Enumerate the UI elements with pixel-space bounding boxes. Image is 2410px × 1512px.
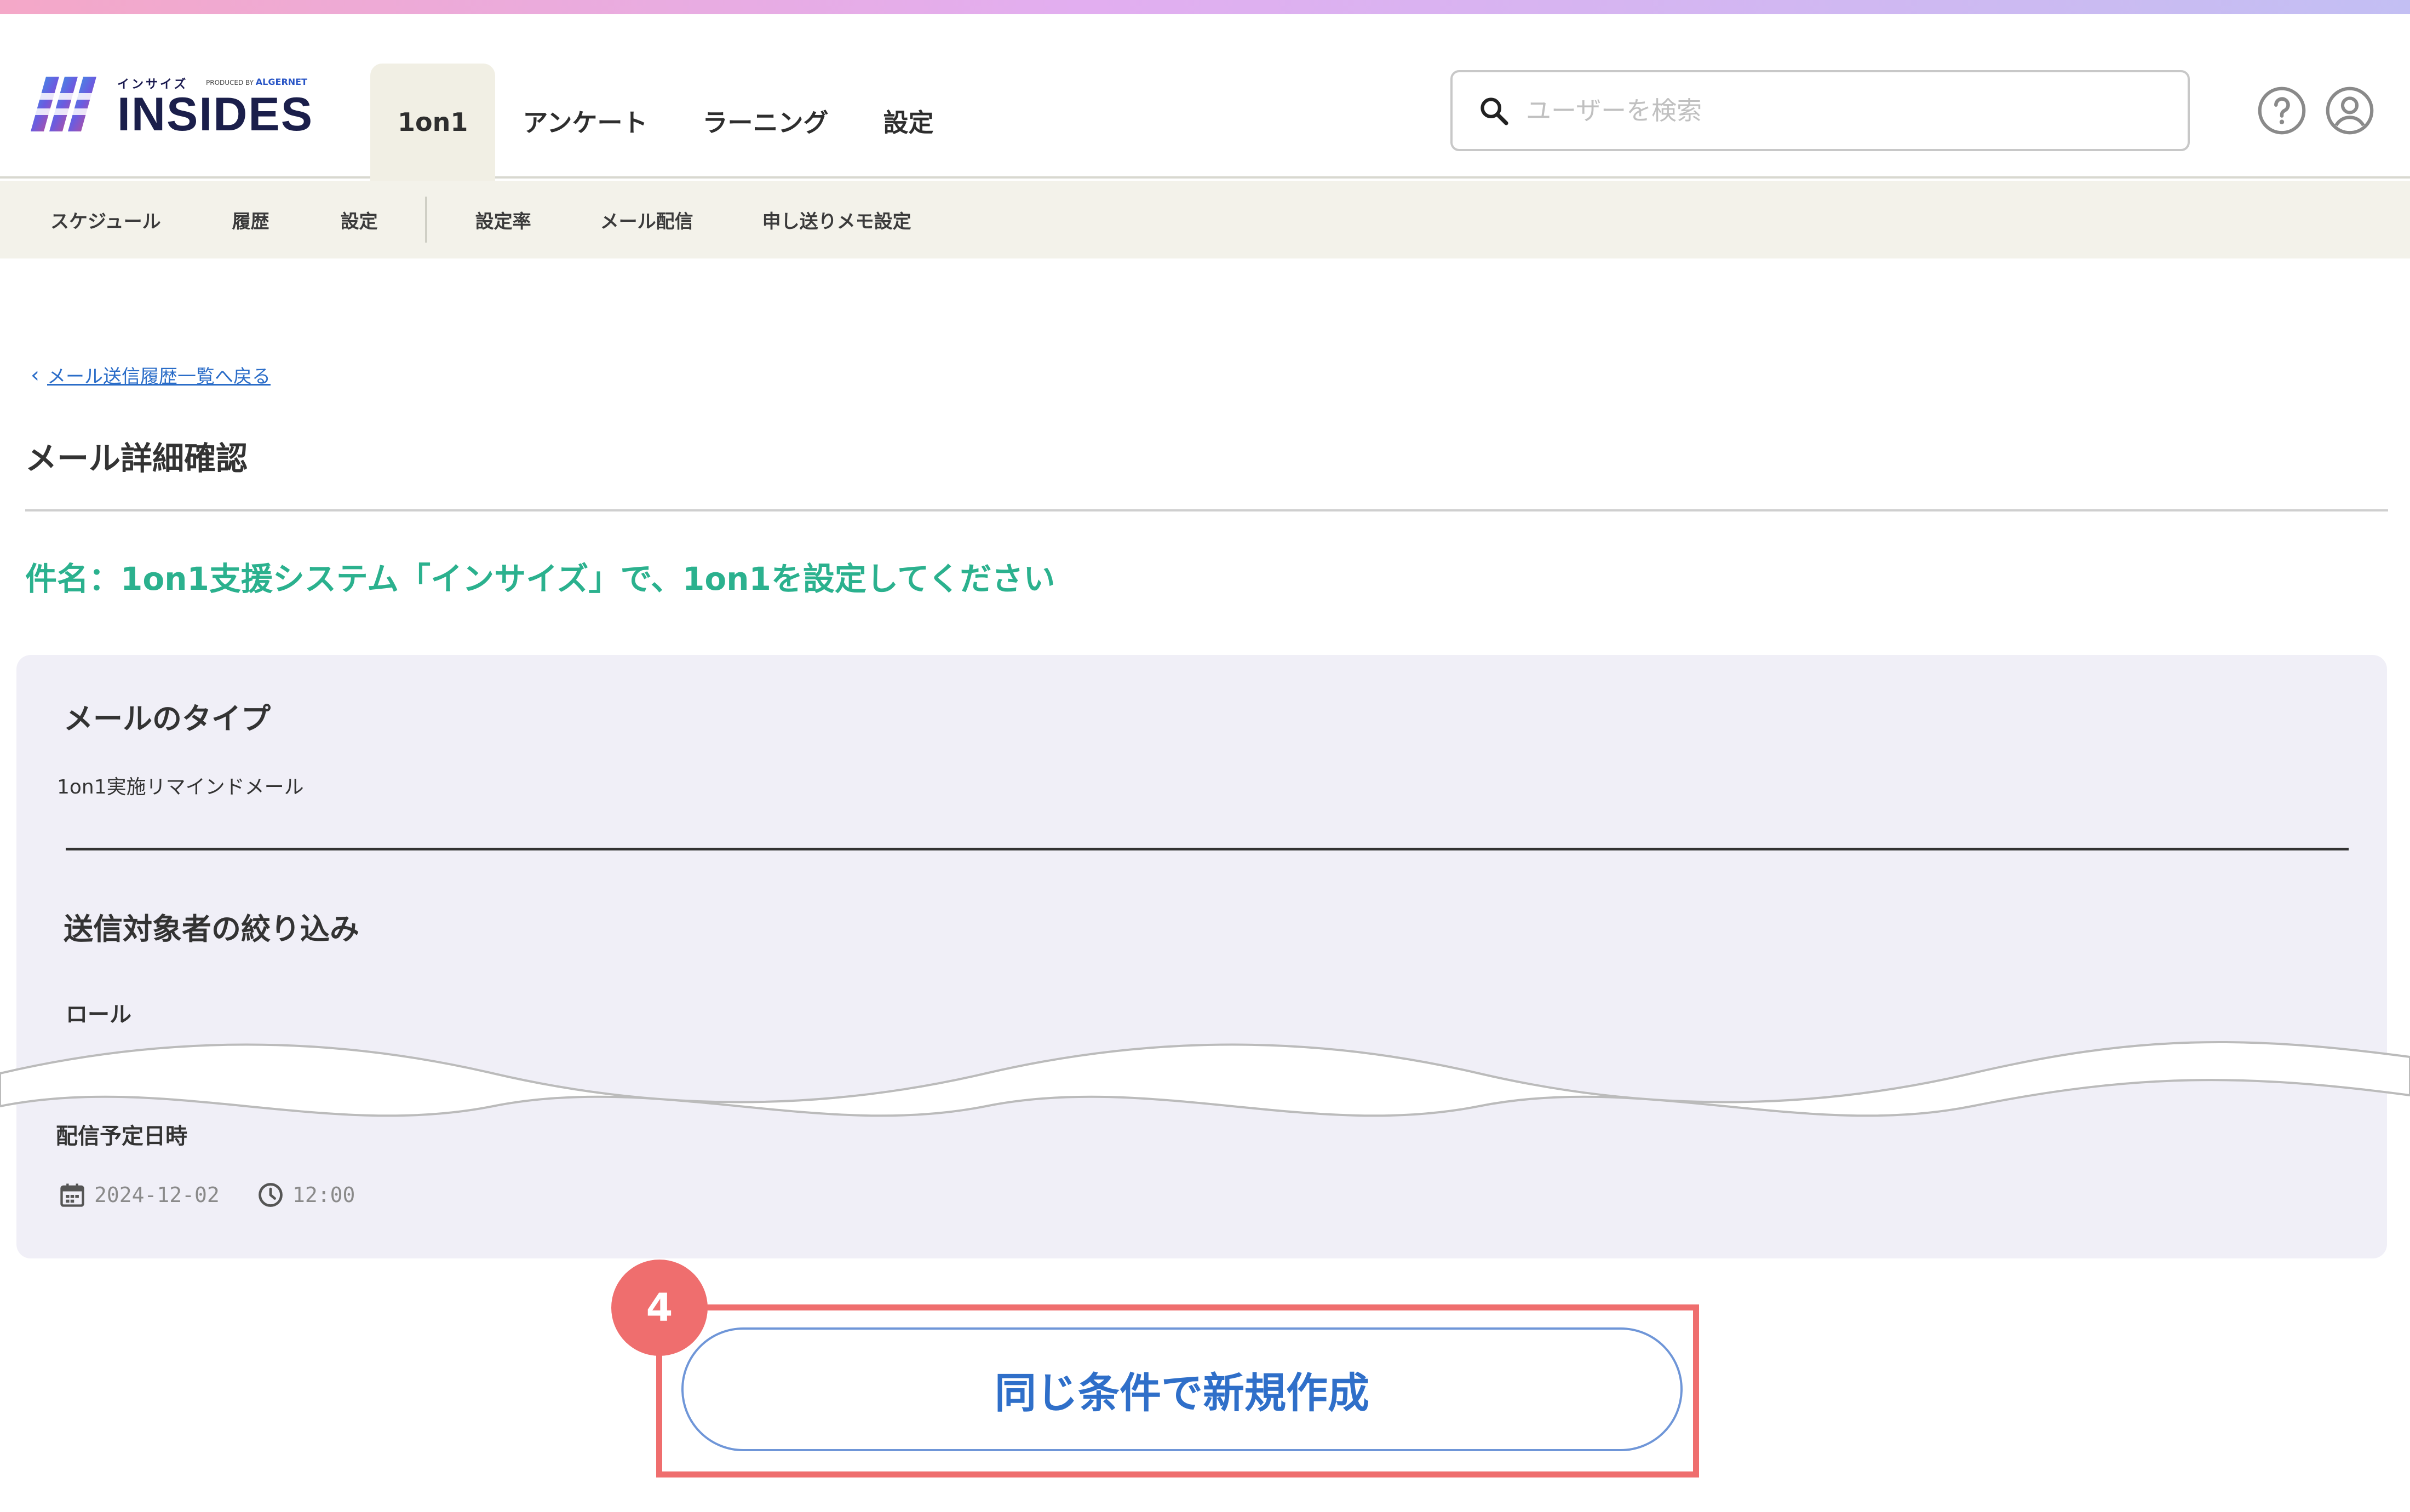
section-divider (66, 848, 2349, 850)
top-gradient-bar (0, 0, 2410, 14)
logo-mark-icon (31, 77, 101, 131)
logo-produced-by: PRODUCED BY ALGERNET (206, 77, 307, 87)
clock-icon (259, 1183, 283, 1207)
help-icon[interactable] (2257, 85, 2307, 136)
create-new-with-same-conditions-button[interactable]: 同じ条件で新規作成 (681, 1327, 1683, 1451)
app-header: インサイズ PRODUCED BY ALGERNET INSIDES 1on1 … (0, 14, 2410, 181)
schedule-date-value: 2024-12-02 (94, 1183, 220, 1207)
schedule-date: 2024-12-02 (58, 1181, 220, 1209)
user-account-icon[interactable] (2325, 85, 2375, 136)
mail-detail-panel: メールのタイプ 1on1実施リマインドメール 送信対象者の絞り込み ロール 配信… (16, 655, 2387, 1258)
schedule-label: 配信予定日時 (56, 1124, 187, 1149)
logo-produced-by-text: PRODUCED BY (206, 79, 254, 87)
subnav-settings[interactable]: 設定 (341, 206, 378, 233)
filter-heading: 送信対象者の絞り込み (64, 912, 359, 946)
schedule-time: 12:00 (256, 1181, 355, 1209)
subnav-mail-delivery[interactable]: メール配信 (600, 206, 693, 233)
nav-tab-learning[interactable]: ラーニング (675, 64, 856, 179)
main-nav: 1on1 アンケート ラーニング 設定 (370, 64, 961, 193)
subnav-setting-rate[interactable]: 設定率 (475, 206, 531, 233)
insides-logo[interactable]: インサイズ PRODUCED BY ALGERNET INSIDES (31, 60, 314, 142)
subnav-divider (424, 197, 427, 243)
mail-subject: 件名：1on1支援システム「インサイズ」で、1on1を設定してください (25, 560, 1055, 597)
user-search-box[interactable] (1450, 70, 2190, 151)
chevron-left-icon: ‹ (31, 362, 39, 388)
subnav-handover-memo-settings[interactable]: 申し送りメモ設定 (762, 206, 911, 233)
nav-tab-survey[interactable]: アンケート (495, 64, 675, 179)
logo-wordmark: INSIDES (117, 88, 314, 141)
nav-tab-1on1[interactable]: 1on1 (370, 64, 496, 181)
page-title: メール詳細確認 (25, 440, 248, 477)
sub-nav: スケジュール 履歴 設定 設定率 メール配信 申し送りメモ設定 (0, 181, 2410, 258)
back-link[interactable]: ‹ メール送信履歴一覧へ戻る (31, 361, 271, 388)
subnav-schedule[interactable]: スケジュール (50, 206, 161, 233)
mail-type-value: 1on1実施リマインドメール (57, 776, 304, 798)
search-icon (1481, 97, 1508, 125)
title-divider (25, 509, 2388, 511)
back-link-text[interactable]: メール送信履歴一覧へ戻る (47, 361, 271, 388)
schedule-time-value: 12:00 (292, 1183, 355, 1207)
step-badge: 4 (611, 1260, 708, 1356)
calendar-icon (60, 1183, 84, 1207)
logo-brand: ALGERNET (255, 77, 307, 87)
subnav-history[interactable]: 履歴 (232, 206, 269, 233)
content-break-wave (0, 1041, 2410, 1117)
nav-tab-settings[interactable]: 設定 (856, 64, 961, 179)
mail-type-heading: メールのタイプ (64, 702, 271, 736)
search-input[interactable] (1526, 96, 2128, 125)
